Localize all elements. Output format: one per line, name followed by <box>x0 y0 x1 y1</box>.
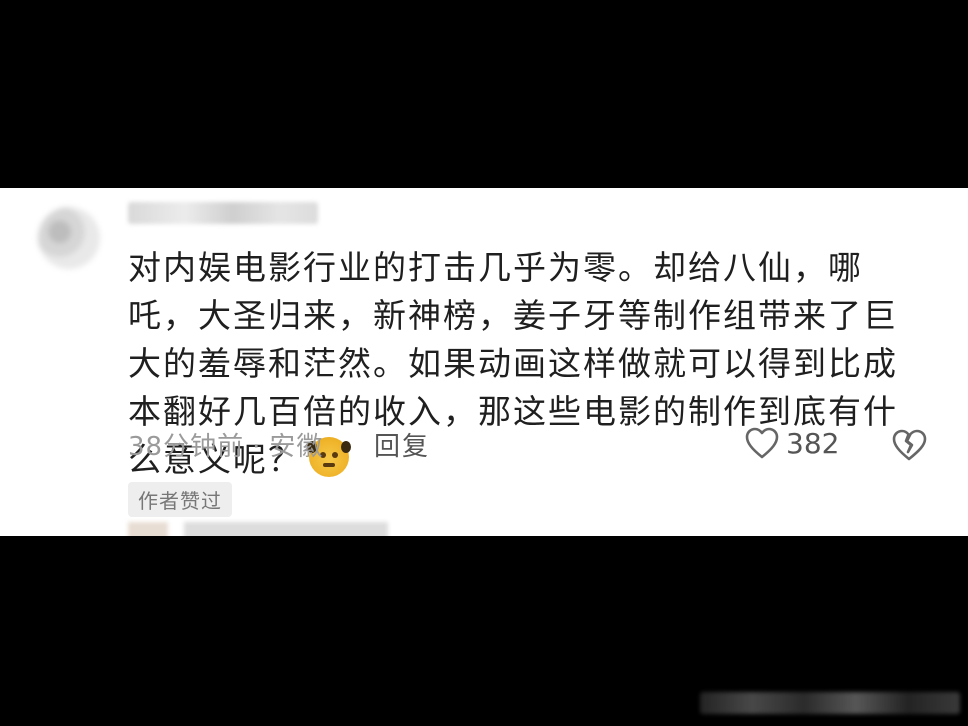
like-count: 382 <box>786 426 840 460</box>
reply-button[interactable]: 回复 <box>374 426 430 463</box>
heart-icon <box>745 427 779 459</box>
author-liked-badge: 作者赞过 <box>128 482 232 517</box>
like-button[interactable]: 382 <box>744 426 839 460</box>
next-reply-blurred <box>128 522 388 536</box>
broken-heart-icon <box>892 429 927 461</box>
comment-meta: 38分钟前 · 安徽 <box>128 426 323 463</box>
comment-card: 对内娱电影行业的打击几乎为零。却给八仙，哪吒，大圣归来，新神榜，姜子牙等制作组带… <box>0 188 968 536</box>
meta-separator: · <box>252 432 262 462</box>
avatar[interactable] <box>38 207 100 269</box>
username-blurred[interactable] <box>128 202 318 224</box>
comment-time: 38分钟前 <box>128 432 245 462</box>
watermark-blurred <box>700 692 960 714</box>
comment-location: 安徽 <box>269 432 324 462</box>
dislike-button[interactable] <box>890 428 928 466</box>
